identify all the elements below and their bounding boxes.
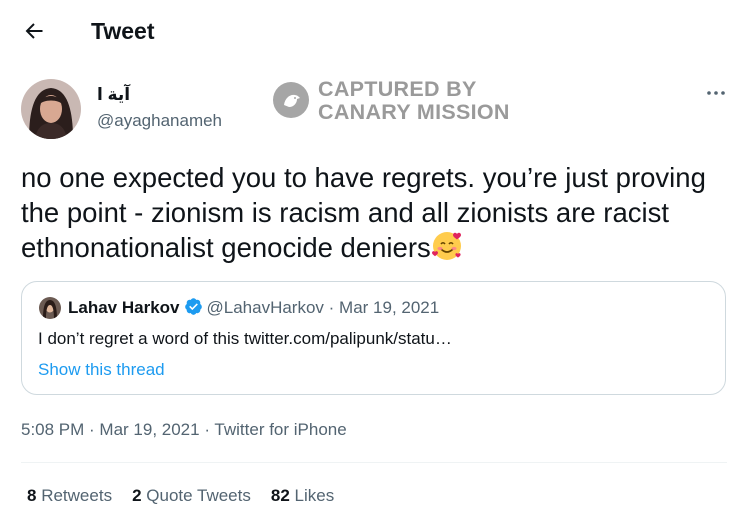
retweets-label: Retweets (41, 486, 113, 505)
smiling-face-with-hearts-icon (431, 230, 463, 262)
canary-mission-watermark: CAPTURED BY CANARY MISSION (272, 78, 542, 124)
quoted-tweet-text: I don’t regret a word of this twitter.co… (38, 329, 452, 348)
quoted-author-name[interactable]: Lahav Harkov (68, 298, 180, 317)
retweets-count: 8 (27, 486, 37, 505)
tweet-header: Tweet (0, 0, 748, 64)
tweet-timestamp: 5:08 PM · Mar 19, 2021 · Twitter for iPh… (21, 419, 347, 441)
quoted-separator: · (323, 298, 340, 317)
author-handle[interactable]: @ayaghanameh (97, 110, 222, 132)
divider-top (21, 462, 727, 463)
quoted-date[interactable]: Mar 19, 2021 (339, 298, 439, 317)
quoted-author-avatar[interactable] (39, 297, 61, 319)
author-avatar[interactable] (21, 79, 81, 139)
canary-logo-icon (272, 81, 310, 119)
verified-badge-icon (184, 297, 203, 316)
quoted-author-handle[interactable]: @LahavHarkov (207, 298, 324, 317)
tweet-date[interactable]: Mar 19, 2021 (99, 420, 199, 439)
quoted-tweet-header: Lahav Harkov @LahavHarkov · Mar 19, 2021 (68, 297, 439, 319)
show-this-thread-link[interactable]: Show this thread (38, 359, 165, 381)
likes-label: Likes (294, 486, 335, 505)
more-options-icon[interactable] (706, 83, 726, 103)
timestamp-separator-2: · (199, 420, 215, 439)
likes-count: 82 (270, 486, 290, 505)
likes-stat[interactable]: 82 Likes (271, 485, 334, 507)
watermark-line-2: CANARY MISSION (318, 100, 510, 124)
timestamp-separator-1: · (84, 420, 100, 439)
back-arrow-icon[interactable] (22, 19, 46, 43)
page-title: Tweet (91, 18, 155, 44)
quote-tweets-label: Quote Tweets (146, 486, 251, 505)
tweet-time[interactable]: 5:08 PM (21, 420, 84, 439)
tweet-body: no one expected you to have regrets. you… (21, 160, 736, 265)
quote-tweets-count: 2 (132, 486, 142, 505)
tweet-stats: 8 Retweets 2 Quote Tweets 82 Likes (27, 485, 354, 507)
tweet-source[interactable]: Twitter for iPhone (214, 420, 346, 439)
watermark-line-1: CAPTURED BY (318, 77, 477, 101)
author-display-name[interactable]: آية ا (97, 85, 130, 105)
tweet-text: no one expected you to have regrets. you… (21, 162, 706, 263)
quoted-tweet-card[interactable]: Lahav Harkov @LahavHarkov · Mar 19, 2021… (21, 281, 726, 395)
retweets-stat[interactable]: 8 Retweets (27, 485, 112, 507)
quote-tweets-stat[interactable]: 2 Quote Tweets (132, 485, 251, 507)
